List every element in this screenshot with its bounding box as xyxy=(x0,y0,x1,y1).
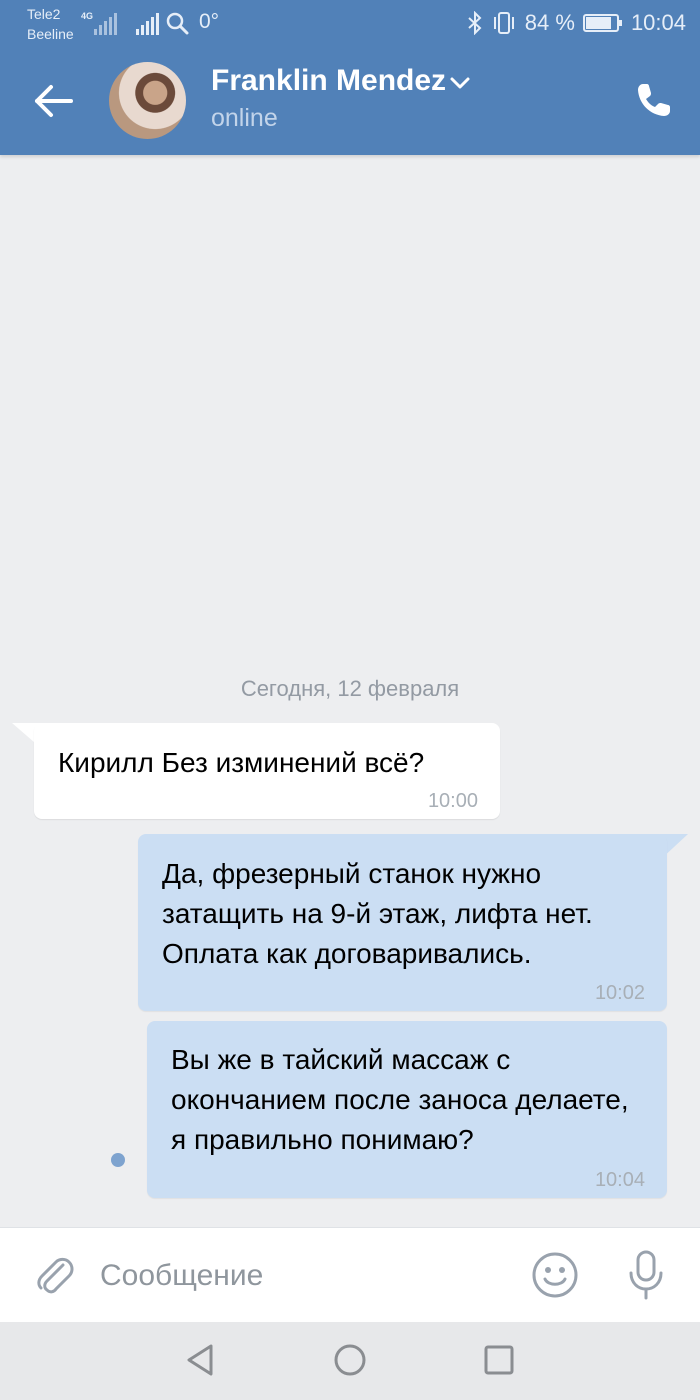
carrier-labels: Tele2 Beeline xyxy=(27,4,74,44)
phone-icon[interactable] xyxy=(634,80,674,120)
unread-indicator xyxy=(111,1153,125,1167)
network-type: 4G xyxy=(81,11,94,21)
message-bubble-outgoing[interactable]: Вы же в тайский массаж с окончанием посл… xyxy=(147,1021,667,1198)
message-time: 10:02 xyxy=(594,982,645,1004)
battery-percent: 84 % xyxy=(524,10,575,35)
triangle-back-icon[interactable] xyxy=(181,1340,221,1380)
smiley-icon[interactable] xyxy=(531,1251,579,1299)
message-text: Да, фрезерный станок нужно затащить на 9… xyxy=(162,858,593,969)
carrier-2: Beeline xyxy=(27,26,74,42)
avatar[interactable] xyxy=(109,62,186,139)
status-right: 84 % 10:04 xyxy=(467,9,686,37)
back-arrow-icon[interactable] xyxy=(32,82,74,120)
battery-icon xyxy=(582,14,622,32)
vibrate-icon xyxy=(493,12,514,34)
message-input[interactable] xyxy=(100,1246,500,1306)
signal-strength-icon xyxy=(94,13,118,35)
top-app-bar: Tele2 Beeline 4G 0° 84 % 10:04 Franklin … xyxy=(0,0,700,155)
microphone-icon[interactable] xyxy=(624,1249,668,1301)
square-recents-icon[interactable] xyxy=(479,1340,519,1380)
system-navigation-bar xyxy=(0,1322,700,1400)
paperclip-icon[interactable] xyxy=(33,1253,77,1297)
message-time: 10:00 xyxy=(427,790,478,812)
message-bubble-incoming[interactable]: Кирилл Без изминений всё? 10:00 xyxy=(34,723,500,819)
search-icon xyxy=(166,12,189,35)
message-composer xyxy=(0,1227,700,1322)
message-bubble-outgoing[interactable]: Да, фрезерный станок нужно затащить на 9… xyxy=(138,834,667,1011)
contact-status: online xyxy=(211,104,278,132)
message-text: Вы же в тайский массаж с окончанием посл… xyxy=(171,1044,629,1155)
signal-strength-icon xyxy=(136,13,160,35)
chevron-down-icon[interactable] xyxy=(449,76,471,90)
bluetooth-icon xyxy=(468,11,482,35)
status-bar: Tele2 Beeline 4G 0° 84 % 10:04 xyxy=(0,0,700,48)
date-separator: Сегодня, 12 февраля xyxy=(240,676,460,701)
message-text: Кирилл Без изминений всё? xyxy=(58,747,425,778)
carrier-1: Tele2 xyxy=(27,6,61,22)
message-time: 10:04 xyxy=(594,1169,645,1191)
contact-name[interactable]: Franklin Mendez xyxy=(211,64,446,98)
temperature: 0° xyxy=(199,10,220,33)
clock: 10:04 xyxy=(630,10,686,35)
circle-home-icon[interactable] xyxy=(330,1340,370,1380)
